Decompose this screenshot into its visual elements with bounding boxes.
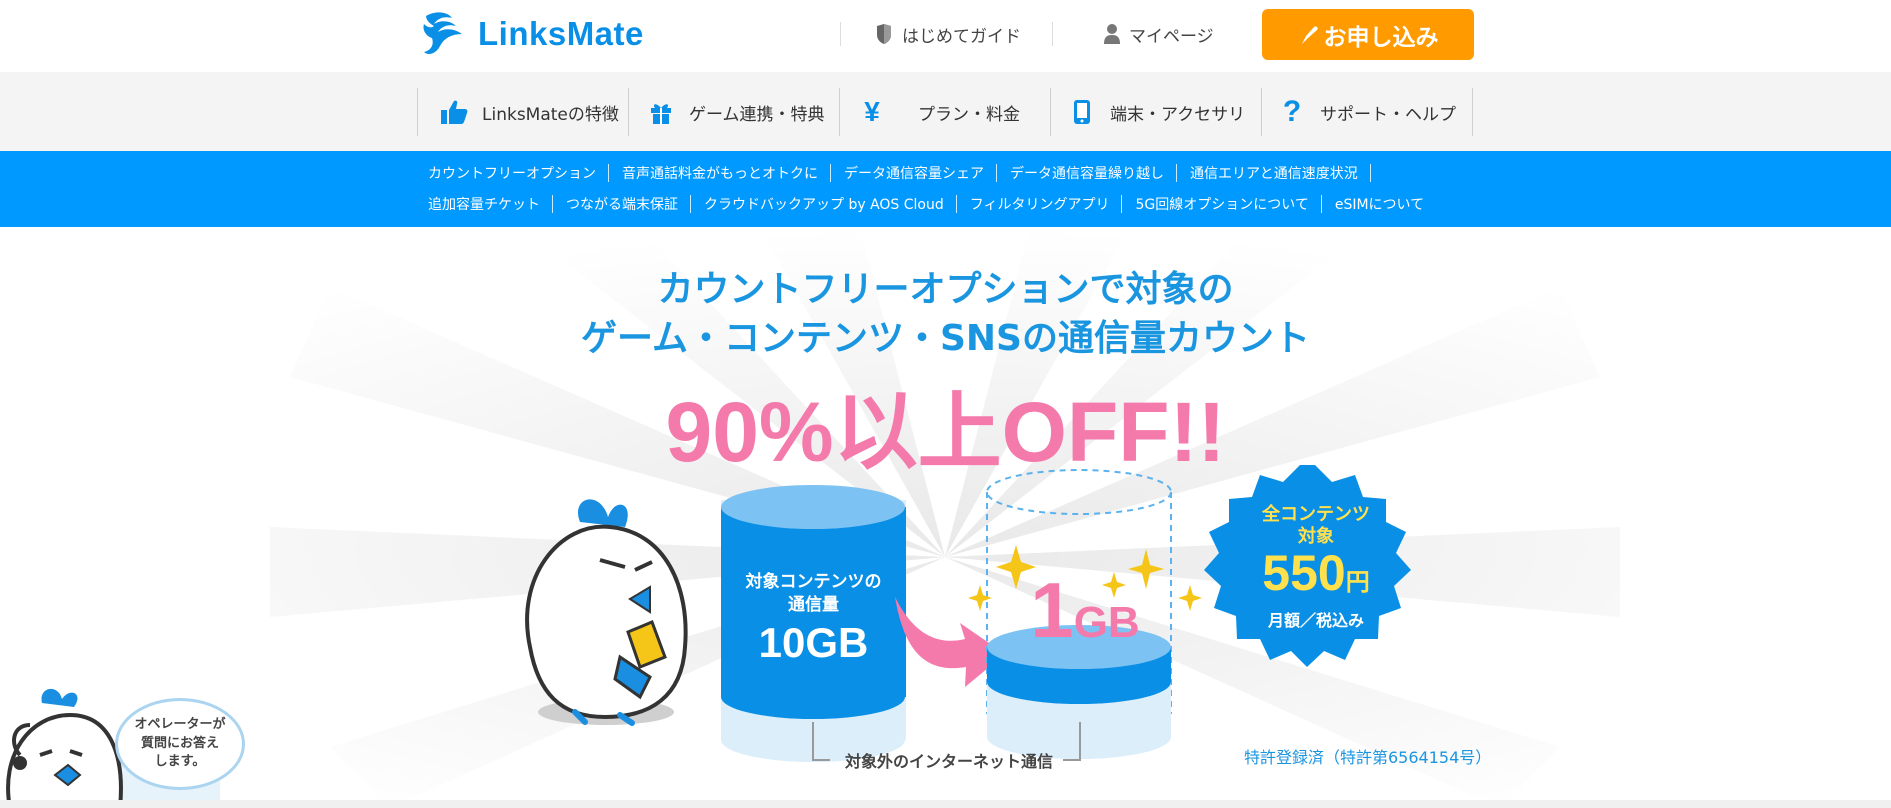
mypage-link[interactable]: マイページ — [1104, 20, 1214, 48]
caption-line: 通信量 — [788, 595, 839, 615]
nav-divider — [1261, 88, 1262, 136]
subnav-link[interactable]: eSIMについて — [1335, 194, 1436, 214]
subnav-link[interactable]: 追加容量チケット — [428, 194, 552, 214]
caption-line: 対象コンテンツの — [745, 572, 882, 592]
bubble-line: 質問にお答え — [140, 735, 219, 751]
pen-icon — [1301, 25, 1318, 44]
nav-item-devices[interactable]: 端末・アクセサリ — [1066, 88, 1245, 136]
nav-label: ゲーム連携・特典 — [689, 104, 825, 125]
subnav-divider — [552, 195, 553, 213]
mascot-bird-illustration — [525, 499, 688, 726]
badge-line-1: 全コンテンツ — [1262, 504, 1370, 525]
nav-item-support[interactable]: ? サポート・ヘルプ — [1276, 88, 1456, 136]
apply-button[interactable]: お申し込み — [1262, 9, 1474, 60]
question-icon: ? — [1282, 95, 1302, 128]
mypage-label: マイページ — [1129, 26, 1214, 47]
subnav-link[interactable]: つながる端末保証 — [566, 194, 690, 214]
outside-traffic-label: 対象外のインターネット通信 — [845, 752, 1054, 771]
nav-divider — [839, 88, 840, 136]
sub-nav-row-2: 追加容量チケット つながる端末保証 クラウドバックアップ by AOS Clou… — [428, 194, 1436, 214]
guide-link[interactable]: はじめてガイド — [875, 20, 1021, 48]
subnav-link[interactable]: フィルタリングアプリ — [970, 194, 1122, 214]
subnav-link[interactable]: 5G回線オプションについて — [1135, 194, 1320, 214]
patent-note: 特許登録済（特許第6564154号） — [1244, 748, 1492, 767]
nav-label: LinksMateの特徴 — [482, 104, 619, 125]
header-divider — [1052, 22, 1053, 46]
gift-icon — [645, 100, 677, 124]
nav-item-features[interactable]: LinksMateの特徴 — [438, 88, 619, 136]
operator-speech-bubble[interactable]: オペレーターが 質問にお答え します。 — [115, 698, 245, 790]
subnav-divider — [830, 164, 831, 182]
badge-price-yen: 円 — [1345, 569, 1370, 596]
next-section-edge — [0, 800, 1891, 808]
nav-label: 端末・アクセサリ — [1110, 104, 1246, 125]
nav-label: サポート・ヘルプ — [1320, 104, 1456, 125]
hero-illustration — [525, 465, 1411, 762]
price-badge-text: 全コンテンツ 対象 550円 月額／税込み — [1216, 504, 1416, 631]
apply-label: お申し込み — [1323, 24, 1439, 51]
value-unit: GB — [1073, 598, 1140, 647]
subnav-link[interactable]: 音声通話料金がもっとオトクに — [622, 163, 830, 183]
subnav-divider — [955, 195, 957, 213]
subnav-divider — [1369, 164, 1371, 182]
subnav-link[interactable]: 通信エリアと通信速度状況 — [1190, 163, 1370, 183]
logo-bird-icon — [423, 12, 462, 54]
subnav-link[interactable]: カウントフリーオプション — [428, 163, 608, 183]
logo-text: LinksMate — [478, 15, 644, 52]
bubble-line: オペレーターが — [134, 716, 226, 732]
shield-icon — [877, 24, 891, 44]
subnav-link[interactable]: クラウドバックアップ by AOS Cloud — [704, 194, 956, 214]
global-nav: LinksMateの特徴 ゲーム連携・特典 ¥ プラン・料金 端末・アクセサリ … — [0, 72, 1891, 151]
bubble-line: します。 — [154, 754, 206, 770]
nav-item-game[interactable]: ゲーム連携・特典 — [645, 88, 825, 136]
value-number: 1 — [1030, 566, 1074, 654]
subnav-divider — [1320, 195, 1322, 213]
header-divider — [840, 22, 841, 46]
thumbs-up-icon — [438, 99, 470, 125]
subnav-divider — [690, 195, 691, 213]
guide-label: はじめてガイド — [902, 26, 1021, 47]
nav-item-plan[interactable]: ¥ プラン・料金 — [856, 88, 1020, 136]
sub-nav-row-1: カウントフリーオプション 音声通話料金がもっとオトクに データ通信容量シェア デ… — [428, 163, 1384, 183]
subnav-divider — [608, 164, 609, 182]
site-header: LinksMate はじめてガイド マイページ お申し込み — [0, 0, 1891, 72]
user-icon — [1104, 24, 1120, 44]
nav-divider — [417, 88, 418, 136]
right-cylinder-value: 1GB — [1015, 565, 1155, 656]
subnav-link[interactable]: データ通信容量繰り越し — [1010, 163, 1176, 183]
yen-icon: ¥ — [864, 96, 880, 127]
nav-divider — [1472, 88, 1473, 136]
badge-line-3: 月額／税込み — [1267, 611, 1364, 630]
site-logo[interactable]: LinksMate — [418, 10, 644, 58]
left-cylinder-caption: 対象コンテンツの 通信量 — [721, 571, 906, 617]
subnav-divider — [1176, 164, 1177, 182]
badge-price: 550円 — [1216, 548, 1416, 611]
nav-divider — [1050, 88, 1051, 136]
smartphone-icon — [1066, 99, 1098, 125]
subnav-divider — [996, 164, 997, 182]
nav-divider — [628, 88, 629, 136]
subnav-link[interactable]: データ通信容量シェア — [844, 163, 996, 183]
badge-price-number: 550 — [1262, 545, 1346, 601]
hero-banner: カウントフリーオプションで対象の ゲーム・コンテンツ・SNSの通信量カウント 9… — [0, 227, 1891, 808]
nav-label: プラン・料金 — [918, 104, 1020, 125]
sub-nav: カウントフリーオプション 音声通話料金がもっとオトクに データ通信容量シェア デ… — [0, 151, 1891, 227]
subnav-divider — [1121, 195, 1123, 213]
left-cylinder-value: 10GB — [758, 619, 869, 666]
